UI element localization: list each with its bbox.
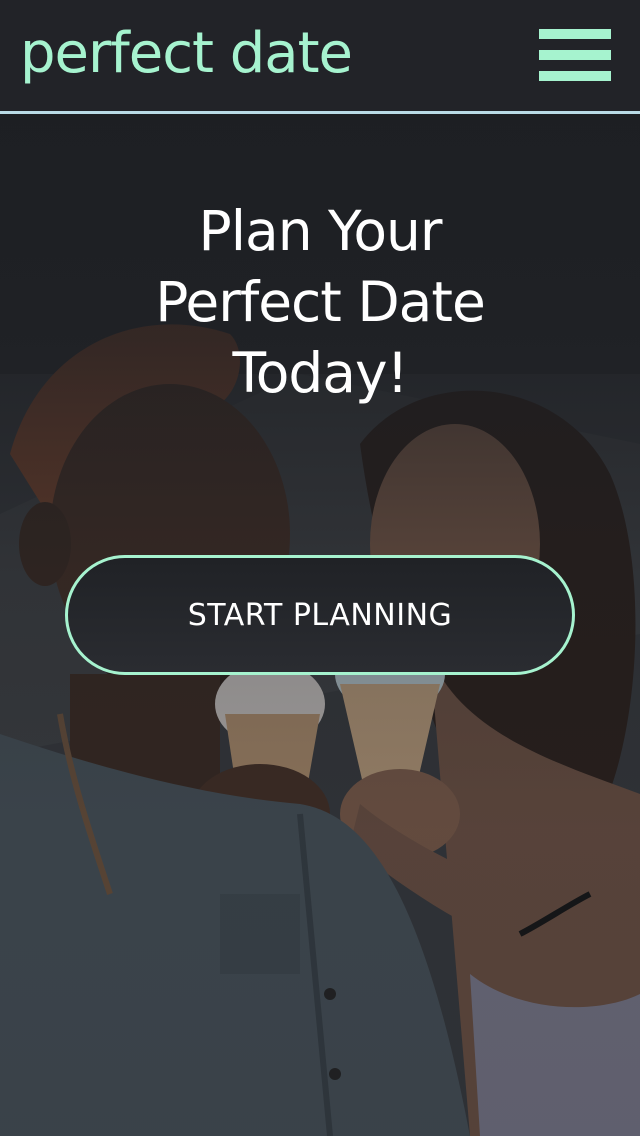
menu-bar bbox=[539, 71, 611, 81]
hero-headline: Plan Your Perfect Date Today! bbox=[155, 199, 486, 405]
brand-logo[interactable]: perfect date bbox=[20, 22, 353, 86]
start-planning-button[interactable]: START PLANNING bbox=[65, 555, 575, 675]
top-nav: perfect date bbox=[0, 0, 640, 114]
menu-bar bbox=[539, 50, 611, 60]
page: perfect date Plan Your Perfect Date Toda… bbox=[0, 0, 640, 1136]
hamburger-menu-icon[interactable] bbox=[539, 29, 611, 81]
menu-bar bbox=[539, 29, 611, 39]
